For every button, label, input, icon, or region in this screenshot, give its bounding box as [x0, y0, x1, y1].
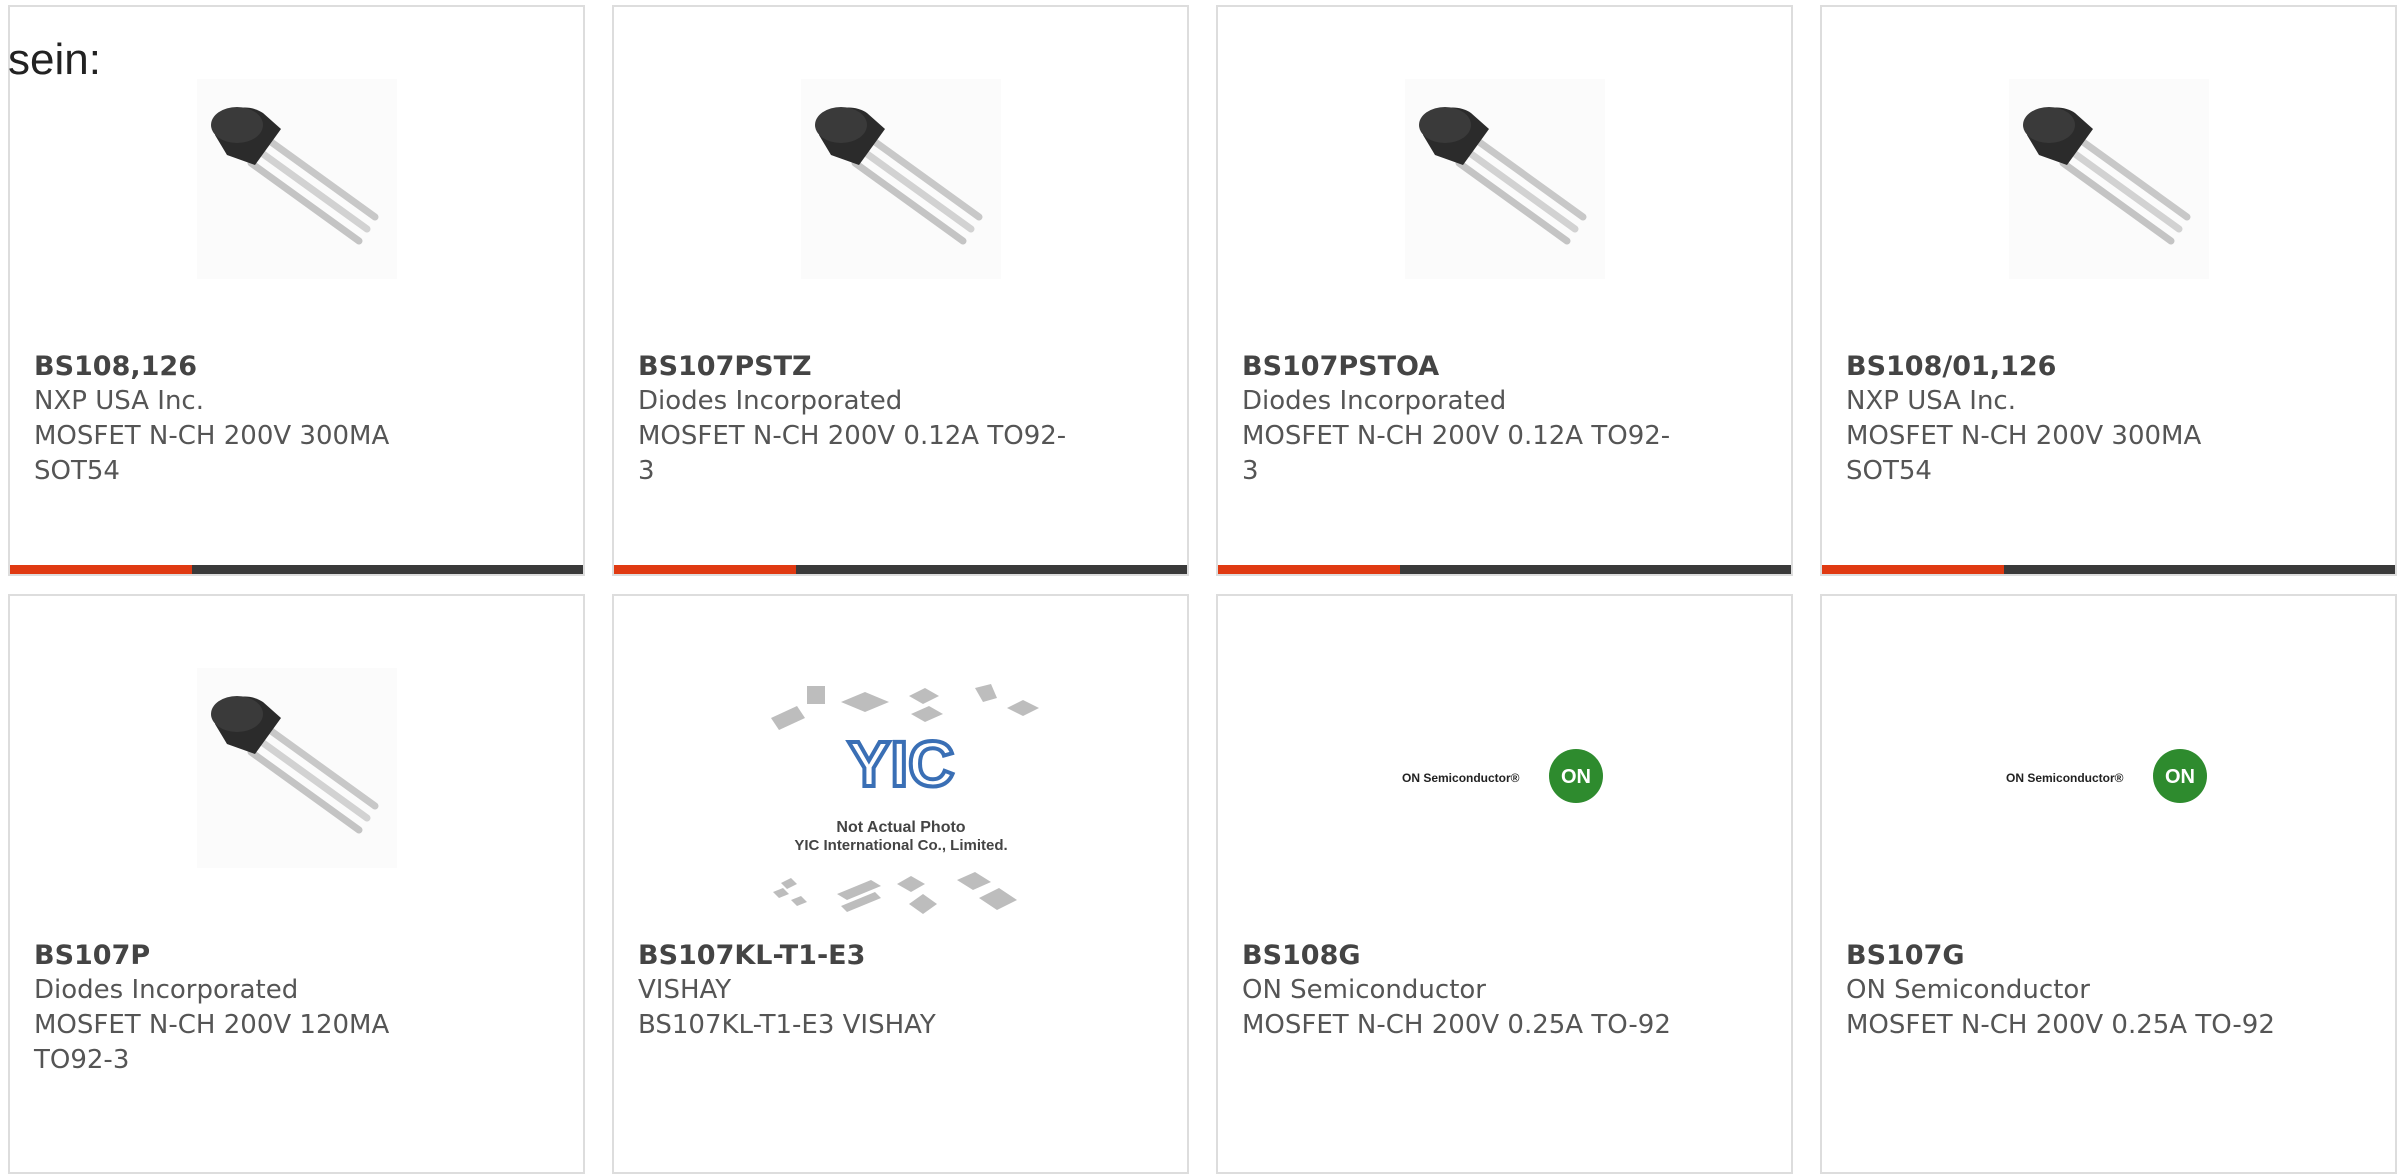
product-grid: BS108,126 NXP USA Inc. MOSFET N-CH 200V …	[0, 0, 2400, 1174]
description: MOSFET N-CH 200V 120MA TO92-3	[34, 1010, 390, 1075]
on-badge: ON	[1561, 766, 1591, 788]
product-card[interactable]: BS108,126 NXP USA Inc. MOSFET N-CH 200V …	[8, 5, 585, 576]
manufacturer: VISHAY	[638, 975, 732, 1005]
part-number[interactable]: BS108,126	[34, 349, 559, 384]
part-number[interactable]: BS108/01,126	[1846, 349, 2371, 384]
manufacturer: Diodes Incorporated	[638, 386, 903, 416]
placeholder-line1: Not Actual Photo	[836, 819, 965, 836]
product-card[interactable]: ON Semiconductor® ON BS107G ON Semicondu…	[1820, 594, 2397, 1174]
product-card[interactable]: ON Semiconductor® ON BS108G ON Semicondu…	[1216, 594, 1793, 1174]
to92-transistor-icon	[2008, 79, 2209, 279]
card-accent	[614, 565, 796, 574]
to92-transistor-icon	[800, 79, 1001, 279]
product-card[interactable]: BS107PSTZ Diodes Incorporated MOSFET N-C…	[612, 5, 1189, 576]
yic-placeholder-image: YIC Not Actual Photo YIC International C…	[770, 684, 1039, 914]
manufacturer: Diodes Incorporated	[1242, 386, 1507, 416]
on-semiconductor-logo: ON Semiconductor® ON	[2006, 749, 2207, 803]
part-number[interactable]: BS107G	[1846, 938, 2371, 973]
on-wordmark: ON Semiconductor®	[1402, 771, 1520, 785]
intro-text: sein:	[8, 35, 101, 84]
to92-transistor-icon	[196, 668, 397, 868]
card-bottom-bar	[1218, 565, 1791, 574]
to92-transistor-icon	[1404, 79, 1605, 279]
description: MOSFET N-CH 200V 300MA SOT54	[1846, 421, 2202, 486]
part-number[interactable]: BS108G	[1242, 938, 1767, 973]
product-card[interactable]: YIC Not Actual Photo YIC International C…	[612, 594, 1189, 1174]
manufacturer: ON Semiconductor	[1242, 975, 1486, 1005]
description: MOSFET N-CH 200V 0.25A TO-92	[1242, 1010, 1671, 1040]
manufacturer: NXP USA Inc.	[34, 386, 204, 416]
to92-transistor-icon	[196, 79, 397, 279]
card-accent	[10, 565, 192, 574]
description: MOSFET N-CH 200V 0.25A TO-92	[1846, 1010, 2275, 1040]
product-card[interactable]: BS107P Diodes Incorporated MOSFET N-CH 2…	[8, 594, 585, 1174]
card-accent	[1218, 565, 1400, 574]
on-wordmark: ON Semiconductor®	[2006, 771, 2124, 785]
description: MOSFET N-CH 200V 300MA SOT54	[34, 421, 390, 486]
description: MOSFET N-CH 200V 0.12A TO92- 3	[1242, 421, 1671, 486]
placeholder-line2: YIC International Co., Limited.	[794, 837, 1007, 854]
manufacturer: NXP USA Inc.	[1846, 386, 2016, 416]
card-bottom-bar	[1822, 565, 2395, 574]
card-accent	[1822, 565, 2004, 574]
part-number[interactable]: BS107KL-T1-E3	[638, 938, 1163, 973]
product-card[interactable]: BS107PSTOA Diodes Incorporated MOSFET N-…	[1216, 5, 1793, 576]
on-badge: ON	[2165, 766, 2195, 788]
on-semiconductor-logo: ON Semiconductor® ON	[1402, 749, 1603, 803]
manufacturer: ON Semiconductor	[1846, 975, 2090, 1005]
part-number[interactable]: BS107PSTOA	[1242, 349, 1767, 384]
manufacturer: Diodes Incorporated	[34, 975, 299, 1005]
part-number[interactable]: BS107P	[34, 938, 559, 973]
product-card[interactable]: BS108/01,126 NXP USA Inc. MOSFET N-CH 20…	[1820, 5, 2397, 576]
description: BS107KL-T1-E3 VISHAY	[638, 1010, 936, 1040]
yic-logo: YIC	[847, 728, 954, 800]
part-number[interactable]: BS107PSTZ	[638, 349, 1163, 384]
card-bottom-bar	[614, 565, 1187, 574]
card-bottom-bar	[10, 565, 583, 574]
description: MOSFET N-CH 200V 0.12A TO92- 3	[638, 421, 1067, 486]
